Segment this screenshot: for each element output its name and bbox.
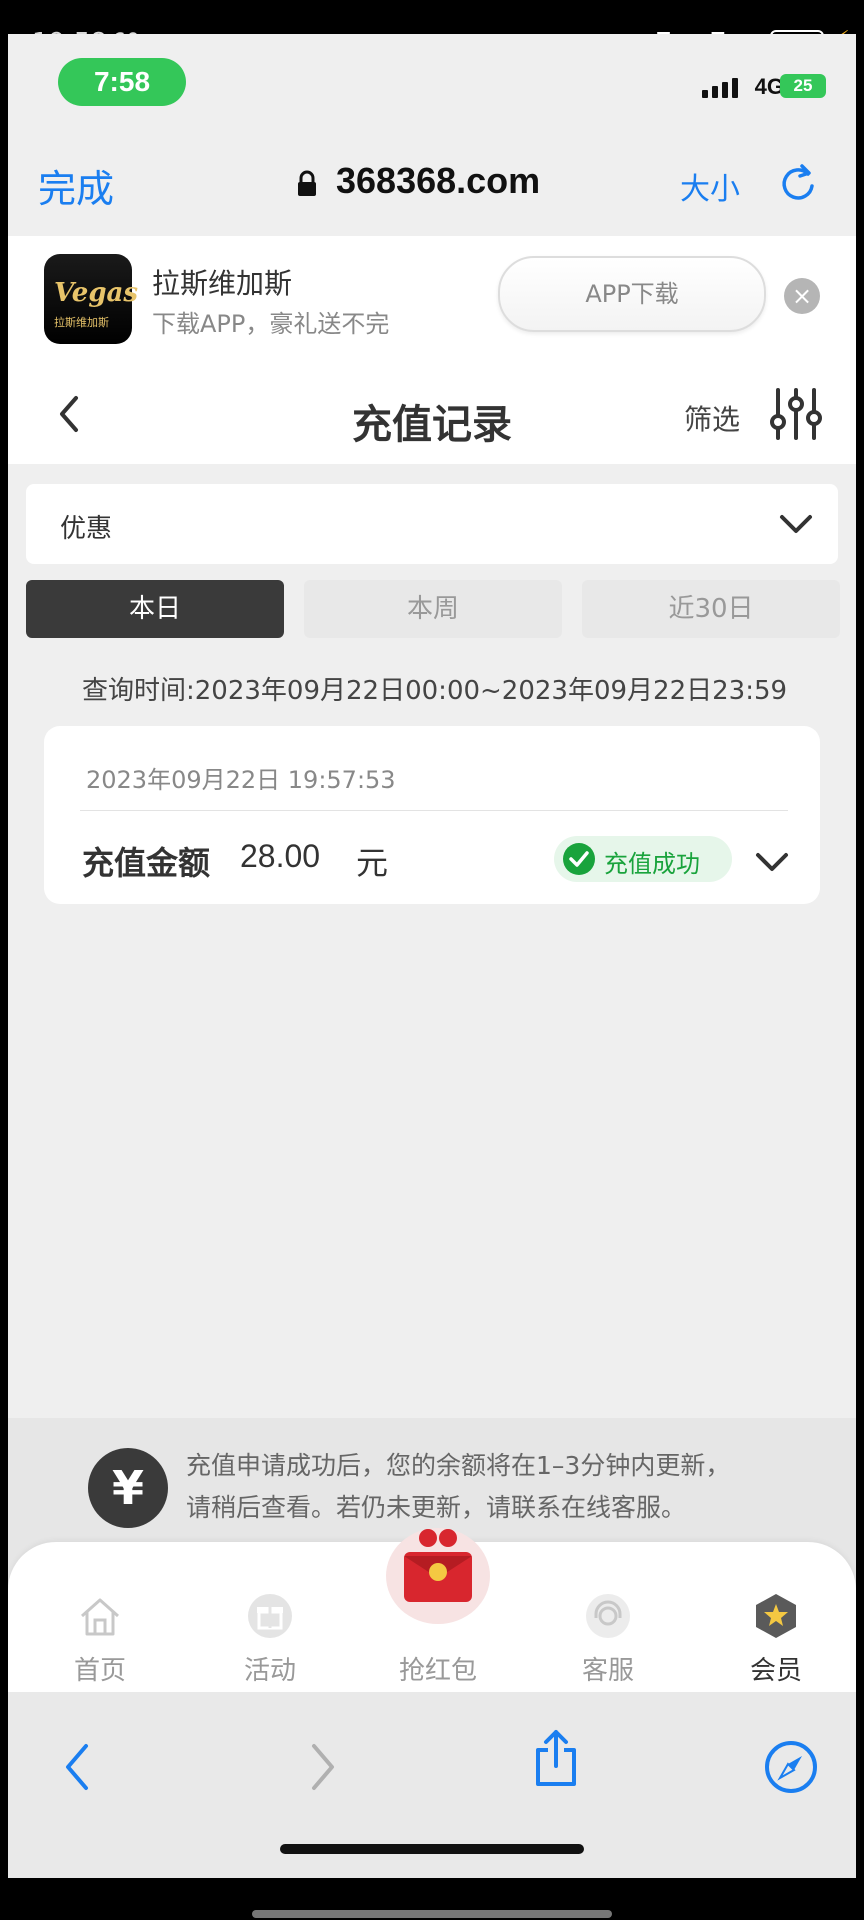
filter-icon[interactable]	[768, 386, 824, 442]
ios-time: 7:58	[58, 58, 186, 106]
promotion-type-dropdown[interactable]: 优惠	[26, 484, 838, 564]
reload-icon[interactable]	[778, 160, 818, 204]
gift-icon	[248, 1594, 292, 1638]
app-logo-text: Vegas	[54, 278, 138, 308]
nav-activity-label: 活动	[243, 1656, 296, 1686]
expand-chevron-icon[interactable]	[754, 850, 790, 874]
query-time-range: 查询时间:2023年09月22日00:00~2023年09月22日23:59	[82, 676, 788, 706]
amount-value: 28.00	[240, 838, 321, 874]
phone-screen: 7:58 4G 25 完成 368368.com 大小 Vegas 拉斯维加斯 …	[8, 34, 856, 1878]
system-home-bar	[252, 1910, 612, 1918]
battery-indicator: 25	[780, 74, 826, 98]
notice-line-1: 充值申请成功后，您的余额将在1–3分钟内更新，	[186, 1451, 731, 1480]
check-circle-icon	[563, 843, 595, 875]
home-icon	[81, 1598, 119, 1636]
share-icon[interactable]	[532, 1728, 580, 1788]
browser-back-icon[interactable]	[60, 1742, 94, 1792]
nav-home-label: 首页	[73, 1656, 126, 1686]
red-packet-icon	[386, 1528, 490, 1624]
home-indicator	[280, 1844, 584, 1854]
yen-icon: ¥	[88, 1448, 168, 1528]
status-badge: 充值成功	[554, 836, 732, 882]
tab-today[interactable]: 本日	[26, 580, 284, 638]
compass-icon[interactable]	[764, 1740, 818, 1794]
record-datetime: 2023年09月22日 19:57:53	[86, 766, 396, 794]
filter-label[interactable]: 筛选	[684, 398, 740, 438]
nav-member-label: 会员	[749, 1656, 802, 1686]
ios-status-bar: 7:58 4G 25	[8, 34, 856, 144]
member-icon	[756, 1594, 796, 1638]
headset-icon	[586, 1594, 630, 1638]
lock-icon	[298, 170, 316, 196]
nav-customer-service-label: 客服	[581, 1656, 634, 1686]
done-button[interactable]: 完成	[38, 158, 114, 213]
cell-signal-icon	[702, 78, 738, 98]
close-icon[interactable]: ×	[784, 278, 820, 314]
app-download-button[interactable]: APP下载	[498, 256, 766, 332]
amount-label: 充值金额	[82, 844, 211, 882]
nav-red-packet-label: 抢红包	[398, 1656, 477, 1686]
app-logo: Vegas 拉斯维加斯	[44, 254, 138, 344]
url-text[interactable]: 368368.com	[336, 160, 540, 202]
dropdown-selected-value: 优惠	[60, 514, 113, 544]
page-header: 充值记录 筛选	[8, 362, 856, 464]
app-download-banner: Vegas 拉斯维加斯 拉斯维加斯 下载APP，豪礼送不完 APP下载 ×	[8, 236, 856, 363]
status-text: 充值成功	[604, 850, 700, 878]
amount-unit: 元	[356, 844, 389, 882]
app-logo-subtext: 拉斯维加斯	[54, 316, 109, 329]
browser-forward-icon[interactable]	[306, 1742, 340, 1792]
bottom-navigation: 首页 活动 抢红包 客服 会员	[8, 1528, 856, 1692]
deposit-record-card[interactable]: 2023年09月22日 19:57:53 充值金额 28.00 元 充值成功	[44, 726, 820, 904]
app-tagline: 下载APP，豪礼送不完	[152, 310, 390, 338]
browser-toolbar	[8, 1692, 856, 1878]
tab-last-30-days[interactable]: 近30日	[582, 580, 840, 638]
tab-this-week[interactable]: 本周	[304, 580, 562, 638]
chevron-down-icon	[780, 515, 812, 533]
text-size-button[interactable]: 大小	[680, 164, 740, 208]
app-name: 拉斯维加斯	[152, 267, 293, 300]
divider	[80, 810, 788, 811]
browser-address-bar: 完成 368368.com 大小	[8, 144, 856, 236]
